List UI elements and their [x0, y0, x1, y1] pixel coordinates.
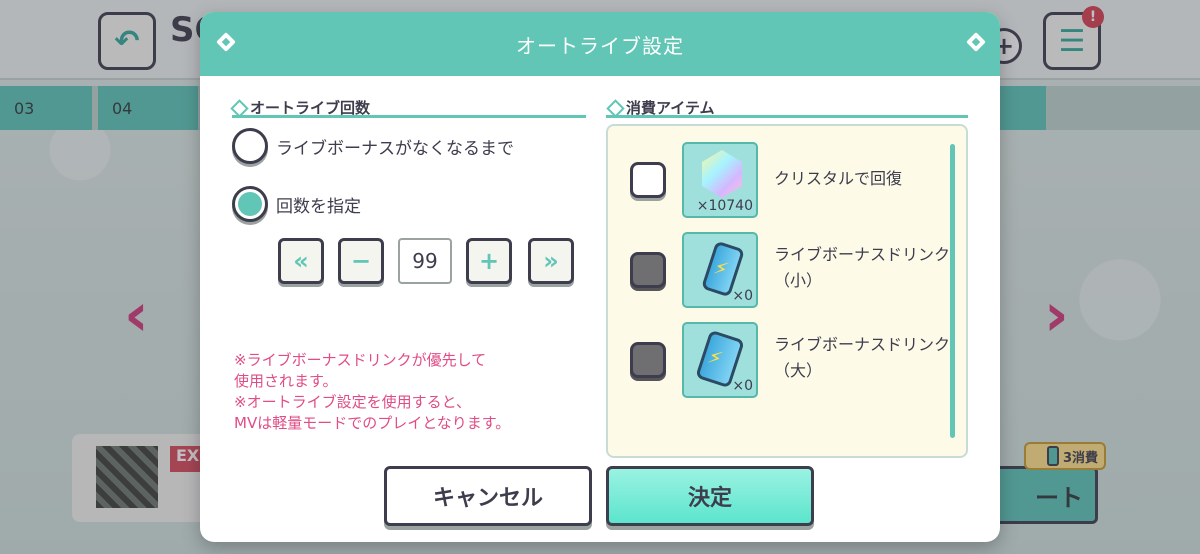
- diamond-ornament-icon: [964, 30, 988, 54]
- radio-button[interactable]: [232, 186, 268, 222]
- item-count: ×0: [732, 288, 753, 304]
- minus-icon: −: [350, 247, 372, 275]
- note-line: 使用されます。: [234, 372, 338, 390]
- dialog-header: オートライブ設定: [200, 12, 1000, 76]
- crystal-icon: ×10740: [682, 142, 758, 218]
- item-label: ライブボーナスドリンク（小）: [774, 245, 951, 290]
- double-chevron-right-icon: »: [543, 247, 559, 275]
- drink-small-icon: ×0: [682, 232, 758, 308]
- dialog-title: オートライブ設定: [516, 33, 684, 58]
- crystal-gem-icon: [702, 150, 742, 198]
- item-label: クリスタルで回復: [774, 169, 903, 188]
- item-count: ×10740: [696, 198, 753, 214]
- item-row-drink-large[interactable]: ×0 ライブボーナスドリンク（大）: [608, 320, 950, 400]
- checkbox[interactable]: [630, 342, 666, 378]
- auto-live-settings-dialog: オートライブ設定 オートライブ回数 ライブボーナスがなくなるまで 回数を指定 «…: [200, 12, 1000, 542]
- item-label: ライブボーナスドリンク（大）: [774, 335, 951, 380]
- item-row-crystal[interactable]: ×10740 クリスタルで回復: [608, 140, 948, 220]
- double-chevron-left-icon: «: [293, 247, 309, 275]
- count-value-field[interactable]: 99: [398, 238, 452, 284]
- drink-large-icon: ×0: [682, 322, 758, 398]
- note-line: MVは軽量モードでのプレイとなります。: [234, 414, 511, 432]
- option-specify-count[interactable]: 回数を指定: [232, 186, 361, 222]
- option-label: 回数を指定: [276, 196, 361, 217]
- section-divider: [232, 115, 586, 118]
- checkbox[interactable]: [630, 252, 666, 288]
- diamond-ornament-icon: [214, 30, 238, 54]
- increment-max-button[interactable]: »: [528, 238, 574, 284]
- confirm-button[interactable]: 決定: [606, 466, 814, 526]
- radio-button[interactable]: [232, 128, 268, 164]
- items-list[interactable]: ×10740 クリスタルで回復 ×0 ライブボーナスドリンク（小） ×0 ライブ…: [606, 124, 968, 458]
- decrement-button[interactable]: −: [338, 238, 384, 284]
- decrement-min-button[interactable]: «: [278, 238, 324, 284]
- note-line: ※オートライブ設定を使用すると、: [234, 393, 471, 411]
- option-label: ライブボーナスがなくなるまで: [276, 138, 514, 159]
- diamond-bullet-icon: [232, 101, 244, 113]
- diamond-bullet-icon: [608, 101, 620, 113]
- plus-icon: +: [478, 247, 500, 275]
- checkbox[interactable]: [630, 162, 666, 198]
- notes-text: ※ライブボーナスドリンクが優先して 使用されます。 ※オートライブ設定を使用する…: [234, 350, 594, 434]
- increment-button[interactable]: +: [466, 238, 512, 284]
- item-row-drink-small[interactable]: ×0 ライブボーナスドリンク（小）: [608, 230, 950, 310]
- section-divider: [606, 115, 968, 118]
- option-until-bonus-empty[interactable]: ライブボーナスがなくなるまで: [232, 128, 514, 164]
- cancel-button[interactable]: キャンセル: [384, 466, 592, 526]
- item-count: ×0: [732, 378, 753, 394]
- note-line: ※ライブボーナスドリンクが優先して: [234, 351, 487, 369]
